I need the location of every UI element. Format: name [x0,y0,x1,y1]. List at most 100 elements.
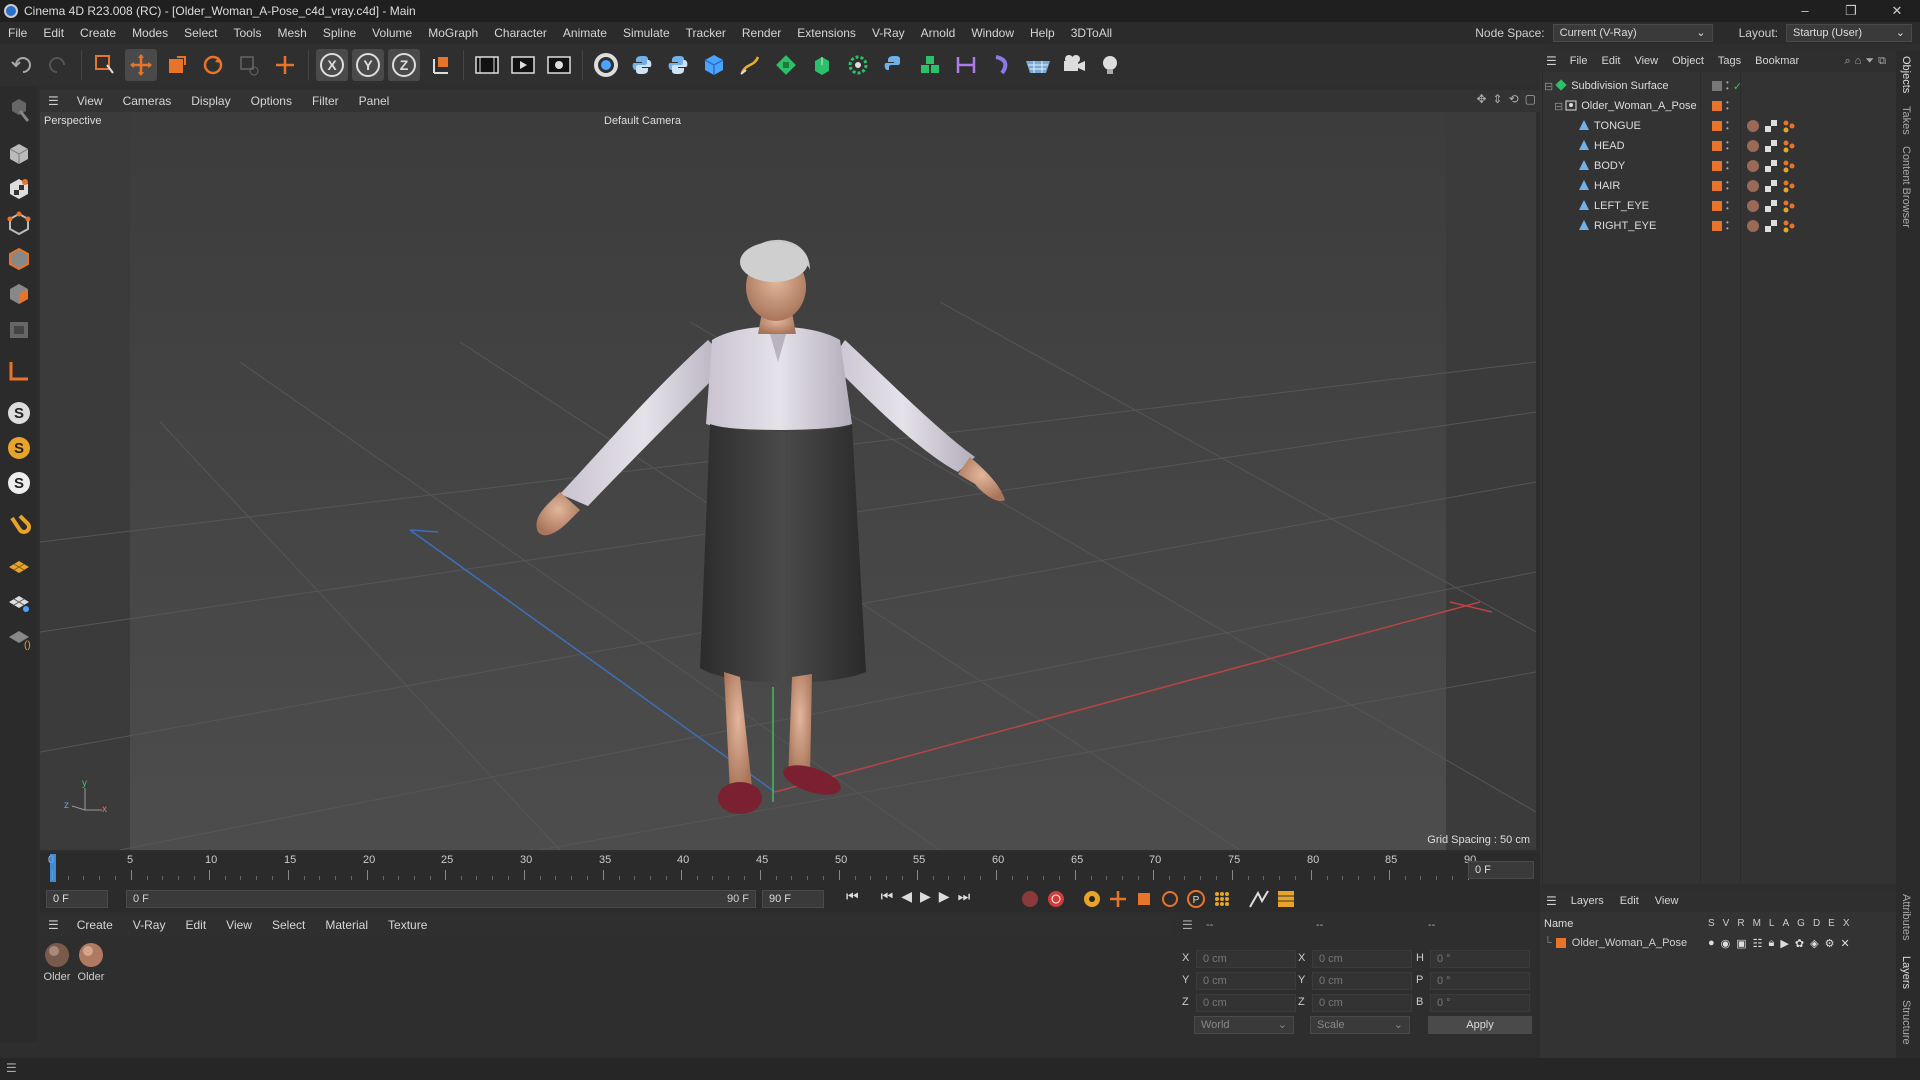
magnet-icon[interactable] [3,509,35,541]
grid-snap-icon[interactable] [3,586,35,618]
mograph-fracture-icon[interactable] [914,49,946,81]
checker-texture-tag-icon[interactable] [1764,139,1778,153]
camera-icon[interactable] [1058,49,1090,81]
menu-spline[interactable]: Spline [315,26,364,40]
menu-file[interactable]: File [0,26,35,40]
motion-system-icon[interactable] [1248,889,1270,912]
play-icon[interactable]: ▶ [920,888,931,905]
object-row[interactable]: HEAD • • [1540,136,1896,156]
visibility-dots[interactable]: • • [1726,179,1729,193]
menu-simulate[interactable]: Simulate [615,26,678,40]
visibility-dots[interactable]: • • [1726,79,1729,93]
frame-range-slider[interactable]: 0 F 90 F [126,890,756,908]
vray-tag-icon[interactable] [1782,119,1796,133]
maximize-view-icon[interactable]: ▢ [1525,92,1536,106]
size-x-field[interactable]: 0 cm [1312,950,1412,968]
layer-color-swatch[interactable] [1712,201,1722,211]
collapse-icon[interactable]: ⊟ [1544,80,1553,93]
layer-menu-edit[interactable]: Edit [1612,895,1647,907]
material-menu-edit[interactable]: Edit [175,918,216,932]
layer-row[interactable]: └ Older_Woman_A_Pose ● ◉ ▣ ☷ 🔒︎ ▶ ✿ ◈ ⚙ … [1544,934,1894,952]
material-tag-icon[interactable] [1746,159,1760,173]
expressions-icon[interactable]: ⚙ [1825,937,1835,950]
menu-tracker[interactable]: Tracker [678,26,734,40]
layer-color-swatch[interactable] [1712,221,1722,231]
render-settings-button[interactable] [543,49,575,81]
object-row[interactable]: ⊟ Subdivision Surface • • ✓ [1540,76,1896,96]
rotation-key-icon[interactable] [1160,889,1180,912]
new-window-icon[interactable]: ⧉ [1878,55,1890,67]
python-script-icon[interactable] [626,49,658,81]
current-frame-field[interactable]: 0 F [1468,861,1534,879]
menu-extensions[interactable]: Extensions [789,26,864,40]
recent-tool-button[interactable] [233,49,265,81]
rot-b-field[interactable]: 0 ° [1430,994,1530,1012]
coordinate-system-button[interactable] [424,49,456,81]
tab-structure[interactable]: Structure [1900,1000,1912,1045]
camera-label[interactable]: Default Camera [604,115,681,127]
layer-menu-layers[interactable]: Layers [1563,895,1612,907]
nodespace-select[interactable]: Current (V-Ray) ⌄ [1552,24,1713,42]
menu-3dtoall[interactable]: 3DToAll [1063,26,1120,40]
start-frame-field[interactable]: 0 F [46,890,108,908]
object-menu-file[interactable]: File [1563,55,1595,67]
menu-help[interactable]: Help [1022,26,1063,40]
rotate-view-icon[interactable]: ⟲ [1509,92,1519,106]
viewport-perspective[interactable]: Perspective Default Camera Grid Spacing … [40,112,1536,850]
playhead[interactable] [50,854,56,882]
tab-layers[interactable]: Layers [1900,956,1912,989]
enabled-check-icon[interactable]: ✓ [1733,80,1742,93]
quantize-icon[interactable]: () [3,621,35,653]
collapse-icon[interactable]: ⊟ [1554,100,1563,113]
next-frame-icon[interactable]: ▶ [939,888,950,905]
layer-color-swatch[interactable] [1712,121,1722,131]
transform-tool-button[interactable] [269,49,301,81]
layer-color-swatch[interactable] [1712,101,1722,111]
menu-render[interactable]: Render [734,26,789,40]
generators-icon[interactable]: ✿ [1795,937,1804,950]
size-y-field[interactable]: 0 cm [1312,972,1412,990]
vray-tag-icon[interactable] [1782,159,1796,173]
goto-start-icon[interactable]: ⏮ [846,888,859,905]
x-axis-lock-button[interactable]: X [316,49,348,81]
hamburger-menu-icon[interactable]: ☰ [1540,54,1563,68]
visible-eye-icon[interactable]: ◉ [1721,937,1731,950]
tab-attributes[interactable]: Attributes [1900,894,1912,940]
cube-primitive-icon[interactable] [698,49,730,81]
snap-s-icon[interactable]: S [3,397,35,429]
checker-texture-tag-icon[interactable] [1764,219,1778,233]
redo-button[interactable] [42,49,74,81]
render-icon[interactable]: ▣ [1736,937,1746,950]
viewport-menu-display[interactable]: Display [181,94,240,108]
make-editable-button[interactable] [3,94,35,126]
solo-icon[interactable]: ● [1708,937,1715,950]
object-menu-view[interactable]: View [1627,55,1665,67]
workplane-icon[interactable] [3,355,35,387]
subdivision-surface-icon[interactable] [770,49,802,81]
model-mode-button[interactable] [3,138,35,170]
goto-prev-key-icon[interactable]: ⏮ [881,888,894,905]
parameter-key-icon[interactable]: P [1186,889,1206,912]
menu-window[interactable]: Window [963,26,1022,40]
material-menu-texture[interactable]: Texture [378,918,437,932]
autokey-icon[interactable] [1046,889,1066,912]
z-axis-lock-button[interactable]: Z [388,49,420,81]
material-item[interactable]: Older [76,942,106,983]
material-tag-icon[interactable] [1746,219,1760,233]
material-tag-icon[interactable] [1746,199,1760,213]
deformer-bend-icon[interactable] [950,49,982,81]
python-generator-icon[interactable] [878,49,910,81]
pos-x-field[interactable]: 0 cm [1196,950,1296,968]
checker-texture-tag-icon[interactable] [1764,159,1778,173]
visibility-dots[interactable]: • • [1726,219,1729,233]
material-menu-vray[interactable]: V-Ray [123,918,176,932]
object-menu-object[interactable]: Object [1665,55,1711,67]
close-icon[interactable]: ✕ [1874,0,1920,22]
visibility-dots[interactable]: • • [1726,199,1729,213]
coordinate-space-select[interactable]: World ⌄ [1194,1016,1294,1034]
viewport-menu-filter[interactable]: Filter [302,94,349,108]
pos-z-field[interactable]: 0 cm [1196,994,1296,1012]
cloner-icon[interactable] [842,49,874,81]
uv-mode-button[interactable] [3,313,35,345]
search-icon[interactable]: ⌕ [1845,55,1855,67]
